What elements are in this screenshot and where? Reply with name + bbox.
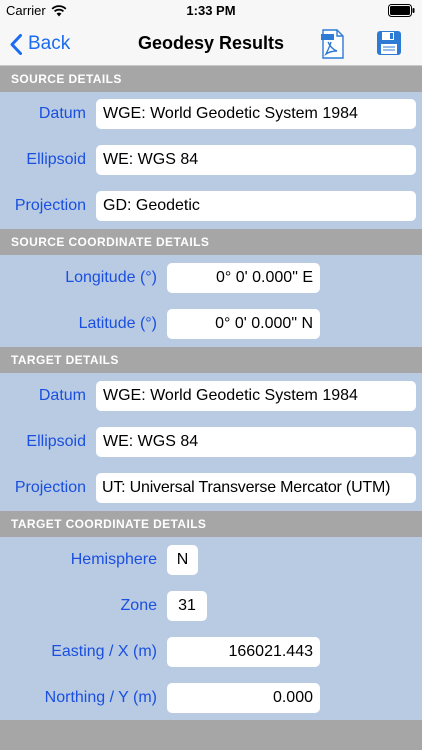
pdf-document-icon [321,29,344,59]
page-title: Geodesy Results [137,33,285,53]
target-zone-label: Zone [120,597,157,614]
target-hemisphere-field[interactable]: N [167,545,198,575]
target-ellipsoid-field[interactable]: WE: WGS 84 [96,427,416,457]
source-ellipsoid-field[interactable]: WE: WGS 84 [96,145,416,175]
status-bar: Carrier 1:33 PM [0,0,422,22]
target-zone-field[interactable]: 31 [167,591,207,621]
source-projection-field[interactable]: GD: Geodetic [96,191,416,221]
section-header-target-details: TARGET DETAILS [0,347,422,373]
target-datum-field[interactable]: WGE: World Geodetic System 1984 [96,381,416,411]
target-northing-label: Northing / Y (m) [44,689,157,706]
target-easting-field[interactable]: 166021.443 [167,637,320,667]
source-datum-field[interactable]: WGE: World Geodetic System 1984 [96,99,416,129]
section-header-source-details: SOURCE DETAILS [0,66,422,92]
section-header-target-coordinates: TARGET COORDINATE DETAILS [0,511,422,537]
source-latitude-field[interactable]: 0° 0' 0.000" N [167,309,320,339]
source-datum-label: Datum [38,105,86,122]
source-latitude-label: Latitude (°) [78,315,157,332]
target-projection-field[interactable]: UT: Universal Transverse Mercator (UTM) [96,473,416,503]
battery-icon [388,4,415,17]
bottom-section-strip [0,720,422,750]
target-ellipsoid-label: Ellipsoid [26,433,86,450]
target-datum-label: Datum [38,387,86,404]
target-projection-label: Projection [14,479,86,496]
source-longitude-field[interactable]: 0° 0' 0.000" E [167,263,320,293]
target-hemisphere-label: Hemisphere [70,551,157,568]
source-projection-label: Projection [14,197,86,214]
floppy-disk-icon [377,31,401,55]
battery-indicator [388,4,415,20]
target-northing-field[interactable]: 0.000 [167,683,320,713]
save-button[interactable] [376,30,402,56]
source-ellipsoid-label: Ellipsoid [26,151,86,168]
source-longitude-label: Longitude (°) [65,269,157,286]
target-easting-label: Easting / X (m) [51,643,157,660]
export-pdf-button[interactable] [320,29,346,59]
section-header-source-coordinates: SOURCE COORDINATE DETAILS [0,229,422,255]
navigation-bar: Back Geodesy Results [0,22,422,66]
status-time: 1:33 PM [186,3,236,18]
